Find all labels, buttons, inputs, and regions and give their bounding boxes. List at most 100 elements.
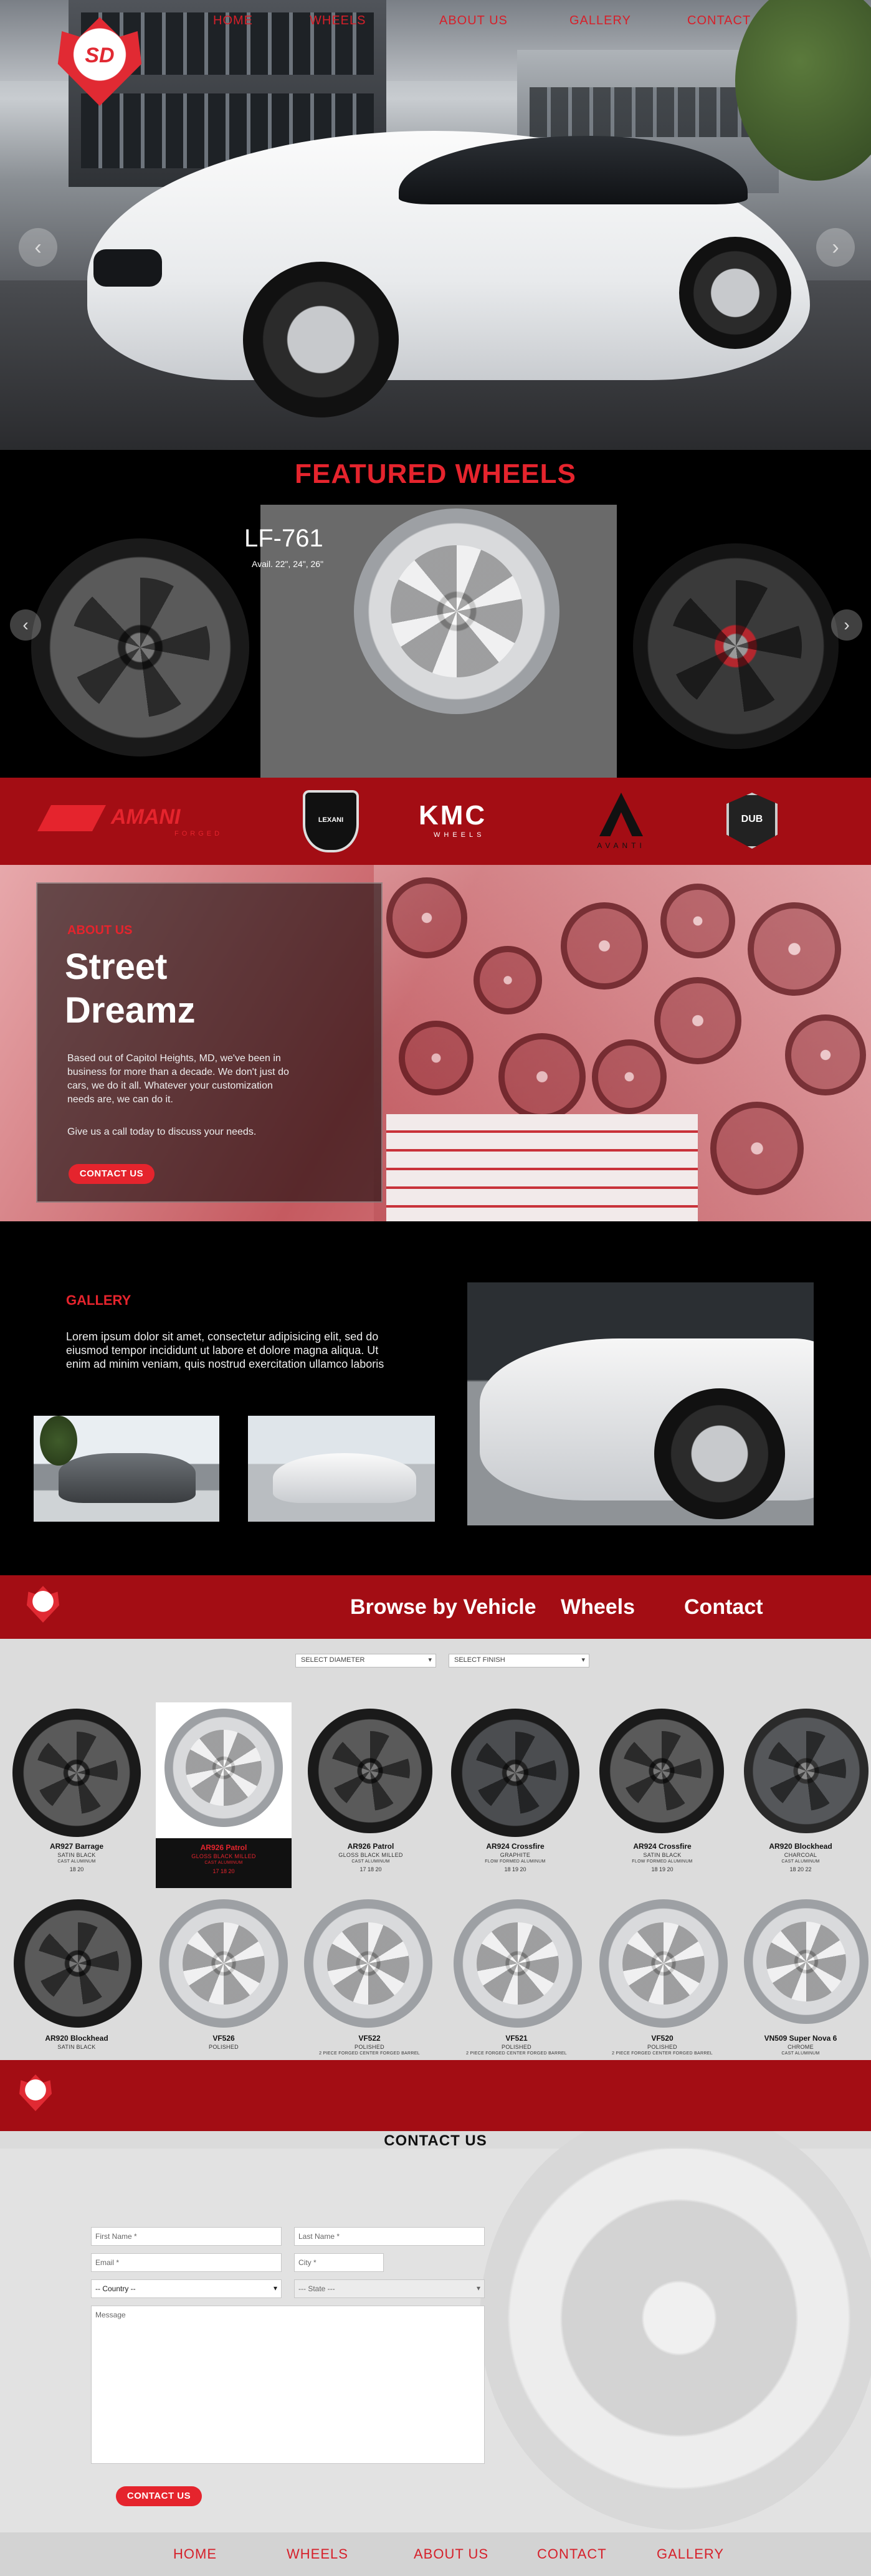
product-material: CAST ALUMINUM [781, 2051, 820, 2056]
country-select[interactable]: -- Country -- ▾ [91, 2279, 282, 2298]
product-hover-panel: AR926 Patrol GLOSS BLACK MILLED CAST ALU… [156, 1838, 292, 1888]
product-name[interactable]: VF522 [293, 2034, 446, 2043]
product-finish: POLISHED [355, 2044, 384, 2050]
product-material: FLOW FORMED ALUMINUM [485, 1859, 546, 1864]
featured-prev-arrow-icon[interactable]: ‹ [10, 609, 41, 641]
about-eyebrow: ABOUT US [67, 923, 133, 937]
product-image[interactable] [308, 1709, 432, 1833]
finish-select[interactable]: SELECT FINISH ▾ [449, 1654, 589, 1667]
gallery-suv [59, 1453, 196, 1503]
first-name-field[interactable]: First Name * [91, 2227, 282, 2246]
nav-wheels[interactable]: WHEELS [310, 14, 366, 28]
brand-kmc[interactable]: KMC WHEELS [419, 800, 512, 840]
product-name: AR926 Patrol [200, 1843, 247, 1852]
contact-title: CONTACT US [384, 2132, 487, 2149]
product-name[interactable]: AR927 Barrage [0, 1842, 153, 1851]
brand-avanti[interactable]: AVANTI [581, 793, 662, 855]
brand-amani[interactable]: AMANI FORGED [37, 803, 224, 840]
bg-wheel-5 [748, 902, 841, 996]
gallery-text: Lorem ipsum dolor sit amet, consectetur … [66, 1330, 384, 1370]
product-name[interactable]: AR924 Crossfire [586, 1842, 739, 1851]
product-material: CAST ALUMINUM [351, 1859, 390, 1864]
bg-wheel-7 [785, 1014, 866, 1095]
logo-text: SD [85, 44, 115, 67]
about-contact-button[interactable]: CONTACT US [69, 1164, 155, 1184]
product-material: CAST ALUMINUM [781, 1859, 820, 1864]
featured-wheel-left[interactable] [31, 538, 249, 756]
product-name[interactable]: VF526 [147, 2034, 300, 2043]
gallery-photo-3[interactable] [467, 1282, 814, 1525]
product-name[interactable]: AR920 Blockhead [0, 2034, 153, 2043]
product-name[interactable]: VF521 [440, 2034, 593, 2043]
nav-about[interactable]: ABOUT US [439, 14, 508, 28]
featured-wheel-right[interactable] [633, 543, 839, 749]
hero-next-arrow-icon[interactable]: › [816, 228, 855, 267]
bg-wheel-2 [474, 946, 542, 1014]
product-image[interactable] [454, 1899, 582, 2028]
message-textarea[interactable]: Message [91, 2306, 485, 2464]
gallery-photo-2[interactable] [248, 1416, 435, 1522]
product-finish: SATIN BLACK [643, 1852, 682, 1858]
gallery-eyebrow: GALLERY [66, 1292, 131, 1308]
diameter-select[interactable]: SELECT DIAMETER ▾ [295, 1654, 436, 1667]
nav-home[interactable]: HOME [213, 14, 253, 28]
product-image[interactable] [744, 1709, 869, 1833]
city-placeholder: City * [298, 2258, 317, 2267]
product-material: 2 PIECE FORGED CENTER FORGED BARREL [612, 2051, 713, 2056]
brand-amani-label: AMANI [111, 805, 181, 829]
product-name[interactable]: AR926 Patrol [294, 1842, 447, 1851]
footer-wheels[interactable]: WHEELS [287, 2546, 348, 2562]
brand-kmc-label: KMC [419, 800, 487, 831]
product-material: FLOW FORMED ALUMINUM [632, 1859, 693, 1864]
car-grille [93, 249, 162, 287]
finish-select-label: SELECT FINISH [454, 1656, 505, 1664]
product-image[interactable] [599, 1709, 724, 1833]
city-field[interactable]: City * [294, 2253, 384, 2272]
browse-logo[interactable] [26, 1586, 60, 1623]
first-name-placeholder: First Name * [95, 2232, 137, 2241]
about-heading-line2: Dreamz [65, 990, 196, 1031]
product-name[interactable]: VF520 [586, 2034, 739, 2043]
product-material: CAST ALUMINUM [204, 1861, 243, 1865]
nav-contact[interactable]: CONTACT [687, 14, 751, 28]
featured-next-arrow-icon[interactable]: › [831, 609, 862, 641]
email-field[interactable]: Email * [91, 2253, 282, 2272]
contact-logo[interactable] [19, 2074, 52, 2111]
product-card-highlight[interactable]: AR926 Patrol GLOSS BLACK MILLED CAST ALU… [156, 1702, 292, 1888]
state-select[interactable]: --- State --- ▾ [294, 2279, 485, 2298]
product-name[interactable]: AR920 Blockhead [730, 1842, 871, 1851]
bg-wheel-11 [710, 1102, 804, 1195]
footer-home[interactable]: HOME [173, 2546, 217, 2562]
product-image[interactable] [159, 1899, 288, 2028]
last-name-field[interactable]: Last Name * [294, 2227, 485, 2246]
gallery-coupe-wheel [654, 1388, 785, 1519]
product-image[interactable] [451, 1709, 579, 1837]
product-finish: GLOSS BLACK MILLED [191, 1853, 256, 1859]
nav-gallery[interactable]: GALLERY [569, 14, 631, 28]
brand-lexani[interactable]: LEXANI [303, 790, 359, 852]
browse-wheels-link[interactable]: Wheels [561, 1595, 635, 1620]
gallery-photo-1[interactable] [34, 1416, 219, 1522]
product-name[interactable]: AR924 Crossfire [439, 1842, 592, 1851]
chevron-down-icon: ▾ [581, 1656, 585, 1664]
hero-banner: SD HOME WHEELS ABOUT US GALLERY CONTACT … [0, 0, 871, 450]
product-image[interactable] [14, 1899, 142, 2028]
chevron-down-icon: ▾ [428, 1656, 432, 1664]
browse-vehicle-link[interactable]: Browse by Vehicle [350, 1595, 536, 1620]
product-name[interactable]: VN509 Super Nova 6 [730, 2034, 871, 2043]
footer-gallery[interactable]: GALLERY [657, 2546, 724, 2562]
wheel-catalog: SELECT DIAMETER ▾ SELECT FINISH ▾ AR927 Ba… [0, 1639, 871, 2060]
browse-contact-link[interactable]: Contact [684, 1595, 763, 1620]
about-card: ABOUT US Street Dreamz Based out of Capi… [36, 882, 383, 1203]
contact-submit-button[interactable]: CONTACT US [116, 2486, 202, 2506]
footer-about[interactable]: ABOUT US [414, 2546, 488, 2562]
product-image[interactable] [12, 1709, 141, 1837]
product-image[interactable] [744, 1899, 869, 2024]
hero-prev-arrow-icon[interactable]: ‹ [19, 228, 57, 267]
product-image[interactable] [304, 1899, 432, 2028]
product-image[interactable] [599, 1899, 728, 2028]
footer-contact[interactable]: CONTACT [537, 2546, 607, 2562]
featured-wheel-center [354, 508, 559, 714]
product-sizes: 18 19 20 [504, 1866, 526, 1872]
brand-dub[interactable]: DUB [726, 793, 778, 849]
